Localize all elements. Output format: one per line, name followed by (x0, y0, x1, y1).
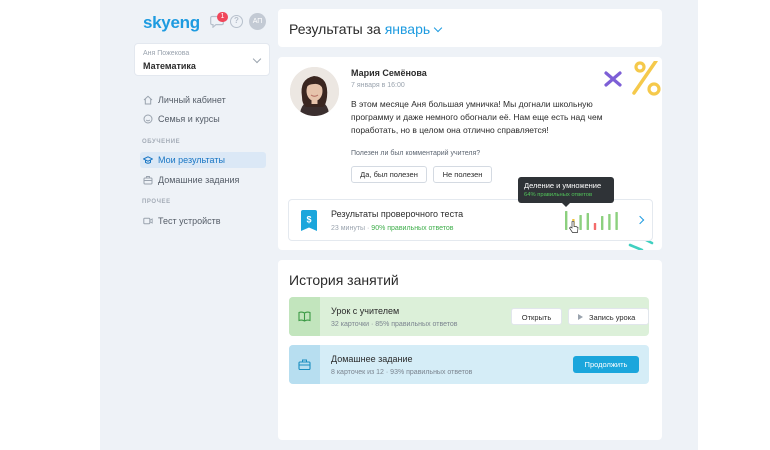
test-title: Результаты проверочного теста (331, 209, 464, 219)
sidebar-item-homework[interactable]: Домашние задания (140, 172, 266, 188)
mini-bar[interactable] (608, 214, 611, 230)
lesson-meta: 8 карточек из 12 · 93% правильных ответо… (331, 369, 473, 376)
nav-section-other: ПРОЧЕЕ (142, 199, 171, 205)
briefcase-icon (298, 359, 311, 371)
chevron-down-icon (252, 54, 262, 64)
book-icon (298, 311, 311, 322)
history-title: История занятий (289, 272, 399, 288)
chevron-right-icon[interactable] (635, 215, 645, 225)
hand-cursor-icon (569, 221, 579, 233)
student-selector[interactable]: Аня Пожекова Математика (134, 43, 270, 76)
test-correct: 90% правильных ответов (371, 225, 454, 232)
month-selector[interactable]: январь (384, 21, 443, 37)
helpful-question: Полезен ли был комментарий учителя? (351, 150, 481, 157)
helpful-no-button[interactable]: Не полезен (433, 166, 492, 183)
lesson-icon-strip (289, 297, 320, 336)
sidebar-item-results[interactable]: Мои результаты (140, 152, 266, 168)
page-title: Результаты за январь (289, 21, 443, 37)
lesson-icon-strip (289, 345, 320, 384)
test-meta: 23 минуты · 90% правильных ответов (331, 225, 454, 232)
decorative-percent-icon (604, 61, 661, 96)
mini-bar[interactable] (586, 213, 589, 230)
tooltip-title: Деление и умножение (524, 181, 602, 190)
month-label: январь (384, 21, 431, 37)
sidebar-item-label: Личный кабинет (158, 95, 226, 105)
svg-text:$: $ (306, 215, 311, 225)
mini-bar[interactable] (593, 223, 597, 230)
test-document-icon: $ (301, 210, 317, 231)
skyeng-logo[interactable]: skyeng (143, 13, 200, 33)
lesson-meta: 32 карточки · 85% правильных ответов (331, 321, 458, 328)
teacher-avatar (290, 67, 339, 116)
play-icon (578, 314, 583, 320)
chevron-down-icon (433, 23, 443, 33)
top-bar: skyeng 1 ? АП (143, 12, 268, 34)
sidebar-item-device-test[interactable]: Тест устройств (140, 213, 266, 229)
tooltip-arrow (562, 203, 570, 207)
lesson-row-homework[interactable]: Домашнее задание 8 карточек из 12 · 93% … (289, 345, 649, 384)
teacher-name: Мария Семёнова (351, 68, 427, 78)
help-icon[interactable]: ? (230, 15, 243, 28)
bar-tooltip: Деление и умножение 64% правильных ответ… (518, 177, 614, 207)
mini-bar[interactable] (579, 215, 582, 230)
tooltip-value: 64% правильных ответов (524, 192, 593, 198)
page-title-prefix: Результаты за (289, 21, 381, 37)
helpful-yes-button[interactable]: Да, был полезен (351, 166, 427, 183)
lesson-history-card: История занятий Урок с учителем 32 карто… (278, 260, 662, 440)
student-name: Аня Пожекова (143, 50, 190, 57)
notification-badge: 1 (217, 12, 228, 22)
sidebar-item-family[interactable]: Семья и курсы (140, 111, 266, 127)
open-lesson-button[interactable]: Открыть (511, 308, 562, 325)
lesson-title: Урок с учителем (331, 306, 400, 316)
graduation-cap-icon (143, 156, 153, 164)
lesson-recording-button[interactable]: Запись урока (568, 308, 649, 325)
comment-date: 7 января в 16:00 (351, 82, 405, 89)
results-header: Результаты за январь (278, 9, 662, 47)
camera-icon (143, 217, 153, 225)
mini-bar[interactable] (565, 211, 568, 230)
lesson-recording-label: Запись урока (589, 313, 636, 322)
mini-bar[interactable] (615, 212, 618, 230)
home-icon (143, 95, 153, 105)
sidebar-item-dashboard[interactable]: Личный кабинет (140, 92, 266, 108)
test-duration: 23 минуты (331, 225, 366, 232)
briefcase-icon (143, 176, 153, 185)
continue-homework-button[interactable]: Продолжить (573, 356, 639, 373)
student-subject: Математика (143, 61, 196, 71)
user-avatar[interactable]: АП (249, 13, 266, 30)
lesson-row-teacher[interactable]: Урок с учителем 32 карточки · 85% правил… (289, 297, 649, 336)
comment-text: В этом месяце Аня большая умничка! Мы до… (351, 99, 603, 135)
teacher-comment-card: Мария Семёнова 7 января в 16:00 В этом м… (278, 57, 662, 250)
sidebar-item-label: Семья и курсы (158, 114, 220, 124)
smile-icon (143, 114, 153, 124)
sidebar-item-label: Домашние задания (158, 175, 240, 185)
lesson-title: Домашнее задание (331, 354, 413, 364)
sidebar-item-label: Тест устройств (158, 216, 221, 226)
test-results-row[interactable]: $ Результаты проверочного теста 23 минут… (288, 199, 653, 241)
sidebar-item-label: Мои результаты (158, 155, 225, 165)
mini-bar[interactable] (601, 216, 604, 230)
nav-section-learning: ОБУЧЕНИЕ (142, 139, 181, 145)
